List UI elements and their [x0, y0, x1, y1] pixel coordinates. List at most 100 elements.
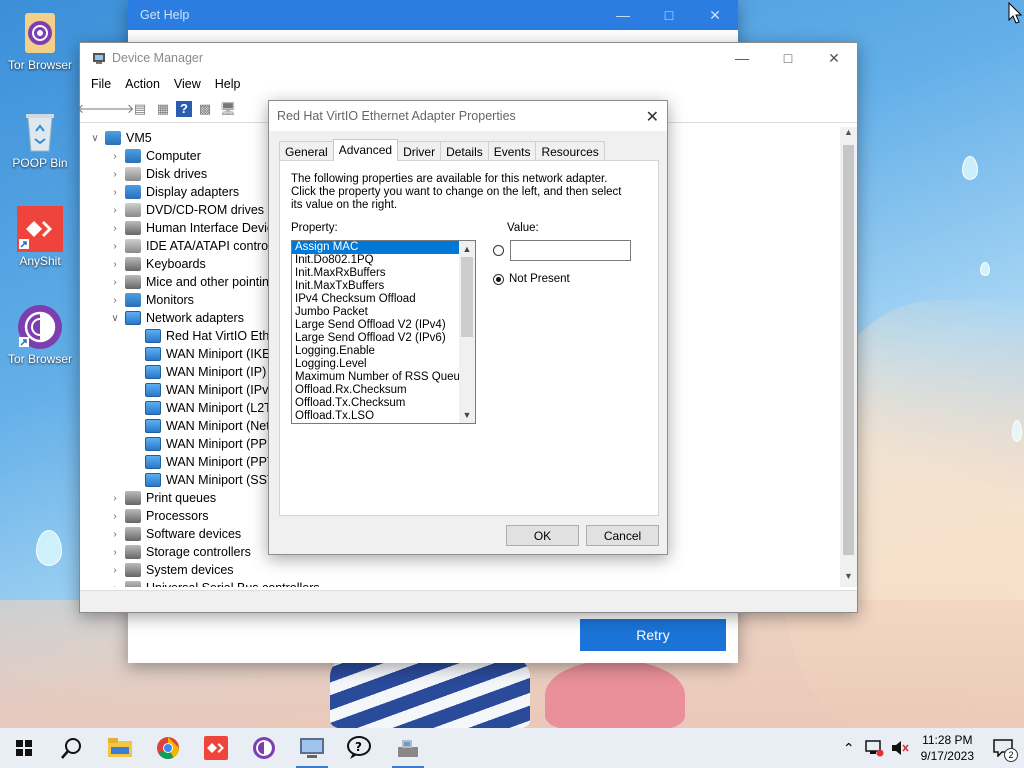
taskbar-device-manager[interactable] — [384, 728, 432, 768]
taskbar-help[interactable]: ? — [336, 728, 384, 768]
close-icon[interactable]: ✕ — [646, 107, 659, 127]
maximize-button[interactable]: □ — [765, 43, 811, 73]
scroll-up-icon[interactable]: ▲ — [840, 127, 857, 143]
menu-help[interactable]: Help — [208, 77, 248, 91]
property-list-item[interactable]: Init.MaxTxBuffers — [292, 280, 460, 293]
desktop-icon-tor-browser[interactable]: Tor Browser — [3, 10, 77, 72]
scroll-down-icon[interactable]: ▼ — [459, 407, 475, 423]
network-adapter-item[interactable]: WAN Miniport (IPv6 — [128, 381, 275, 399]
desktop-icon-recycle-bin[interactable]: POOP Bin — [3, 108, 77, 170]
help-icon[interactable]: ? — [176, 100, 192, 117]
properties-icon[interactable]: ▦ — [153, 99, 173, 119]
device-manager-titlebar[interactable]: Device Manager — □ ✕ — [80, 43, 857, 73]
tree-category[interactable]: ∨ Network adapters — [108, 309, 244, 327]
tree-category[interactable]: › Human Interface Device — [108, 219, 280, 237]
property-list-item[interactable]: Offload.Tx.LSO — [292, 410, 460, 423]
tab-resources[interactable]: Resources — [535, 141, 605, 161]
search-button[interactable] — [48, 728, 96, 768]
chevron-right-icon[interactable]: › — [108, 187, 122, 198]
property-list-item[interactable]: Maximum Number of RSS Queues — [292, 371, 472, 384]
property-list-item[interactable]: Offload.Tx.Checksum — [292, 397, 460, 410]
tree-category[interactable]: › Print queues — [108, 489, 216, 507]
chevron-right-icon[interactable]: › — [108, 565, 122, 576]
network-adapter-item[interactable]: WAN Miniport (PPTI — [128, 453, 278, 471]
monitor-icon[interactable]: 🖥 — [218, 99, 238, 119]
tree-category[interactable]: › Disk drives — [108, 165, 207, 183]
menu-view[interactable]: View — [167, 77, 208, 91]
chevron-right-icon[interactable]: › — [108, 223, 122, 234]
chevron-right-icon[interactable]: › — [108, 295, 122, 306]
scroll-thumb[interactable] — [461, 257, 473, 337]
property-list-item[interactable]: Assign MAC — [292, 241, 460, 254]
tree-category[interactable]: › Universal Serial Bus controllers — [108, 579, 320, 587]
scroll-down-icon[interactable]: ▼ — [840, 571, 857, 587]
tree-category[interactable]: › Display adapters — [108, 183, 239, 201]
maximize-button[interactable]: □ — [646, 0, 692, 30]
chevron-right-icon[interactable]: › — [108, 259, 122, 270]
desktop-icon-tor-browser-2[interactable]: Tor Browser — [3, 304, 77, 366]
property-list-item[interactable]: Jumbo Packet — [292, 306, 460, 319]
desktop-icon-anydesk[interactable]: AnyShit — [3, 206, 77, 268]
tab-events[interactable]: Events — [487, 141, 537, 161]
start-button[interactable] — [0, 728, 48, 768]
property-list-item[interactable]: Init.Do802.1PQ — [292, 254, 460, 267]
tree-category[interactable]: › Computer — [108, 147, 201, 165]
network-adapter-item[interactable]: WAN Miniport (PPP — [128, 435, 275, 453]
minimize-button[interactable]: — — [719, 43, 765, 73]
network-adapter-item[interactable]: WAN Miniport (SSTF — [128, 471, 282, 489]
network-adapter-item[interactable]: WAN Miniport (IP) — [128, 363, 266, 381]
tree-category[interactable]: › Software devices — [108, 525, 241, 543]
property-list-item[interactable]: IPv4 Checksum Offload — [292, 293, 460, 306]
chevron-right-icon[interactable]: › — [108, 277, 122, 288]
tree-category[interactable]: › System devices — [108, 561, 234, 579]
network-adapter-item[interactable]: WAN Miniport (IKEv — [128, 345, 277, 363]
property-listbox[interactable]: Assign MAC Init.Do802.1PQ Init.MaxRxBuffer… — [291, 240, 476, 424]
chevron-up-icon[interactable]: ⌃ — [837, 740, 861, 757]
forward-arrow-icon[interactable]: 🡒 — [100, 99, 135, 119]
not-present-label[interactable]: Not Present — [509, 273, 570, 285]
get-help-titlebar[interactable]: Get Help — □ ✕ — [128, 0, 738, 30]
network-adapter-item[interactable]: Red Hat VirtIO Ethern — [128, 327, 287, 345]
tab-general[interactable]: General — [279, 141, 334, 161]
property-list-item[interactable]: Large Send Offload V2 (IPv4) — [292, 319, 460, 332]
chevron-down-icon[interactable]: ∨ — [108, 313, 122, 324]
adapter-properties-dialog[interactable]: Red Hat VirtIO Ethernet Adapter Properti… — [268, 100, 668, 555]
minimize-button[interactable]: — — [600, 0, 646, 30]
chevron-right-icon[interactable]: › — [108, 241, 122, 252]
chevron-right-icon[interactable]: › — [108, 511, 122, 522]
property-list-item[interactable]: Logging.Level — [292, 358, 460, 371]
scroll-thumb[interactable] — [843, 145, 854, 555]
property-list-item[interactable]: Init.MaxRxBuffers — [292, 267, 460, 280]
not-present-radio[interactable] — [493, 274, 504, 285]
property-list-item[interactable]: Large Send Offload V2 (IPv6) — [292, 332, 460, 345]
tab-advanced[interactable]: Advanced — [332, 139, 399, 161]
taskbar-tor-browser[interactable] — [240, 728, 288, 768]
ok-button[interactable]: OK — [506, 525, 579, 546]
notification-center-button[interactable]: 2 — [982, 728, 1024, 768]
chevron-right-icon[interactable]: › — [108, 151, 122, 162]
tree-category[interactable]: › Storage controllers — [108, 543, 251, 561]
taskbar-chrome[interactable] — [144, 728, 192, 768]
taskbar-get-help[interactable] — [288, 728, 336, 768]
tab-driver[interactable]: Driver — [397, 141, 442, 161]
network-adapter-item[interactable]: WAN Miniport (Netw — [128, 417, 279, 435]
close-button[interactable]: ✕ — [692, 0, 738, 30]
view-icon[interactable]: ▩ — [195, 99, 215, 119]
network-disconnected-icon[interactable] — [864, 739, 884, 757]
listbox-scrollbar[interactable]: ▲ ▼ — [459, 241, 475, 423]
tree-category[interactable]: › DVD/CD-ROM drives — [108, 201, 264, 219]
taskbar-anydesk[interactable] — [192, 728, 240, 768]
close-button[interactable]: ✕ — [811, 43, 857, 73]
chevron-right-icon[interactable]: › — [108, 169, 122, 180]
show-hide-tree-icon[interactable]: ▤ — [130, 99, 150, 119]
menu-action[interactable]: Action — [118, 77, 167, 91]
clock[interactable]: 11:28 PM 9/17/2023 — [913, 732, 982, 764]
scroll-up-icon[interactable]: ▲ — [459, 241, 475, 257]
tree-category[interactable]: › Keyboards — [108, 255, 206, 273]
speaker-muted-icon[interactable] — [890, 739, 910, 757]
value-radio[interactable] — [493, 245, 504, 256]
tree-category[interactable]: › IDE ATA/ATAPI controlle — [108, 237, 281, 255]
chevron-right-icon[interactable]: › — [108, 493, 122, 504]
dialog-titlebar[interactable]: Red Hat VirtIO Ethernet Adapter Properti… — [269, 101, 667, 131]
property-list-item[interactable]: Logging.Enable — [292, 345, 460, 358]
